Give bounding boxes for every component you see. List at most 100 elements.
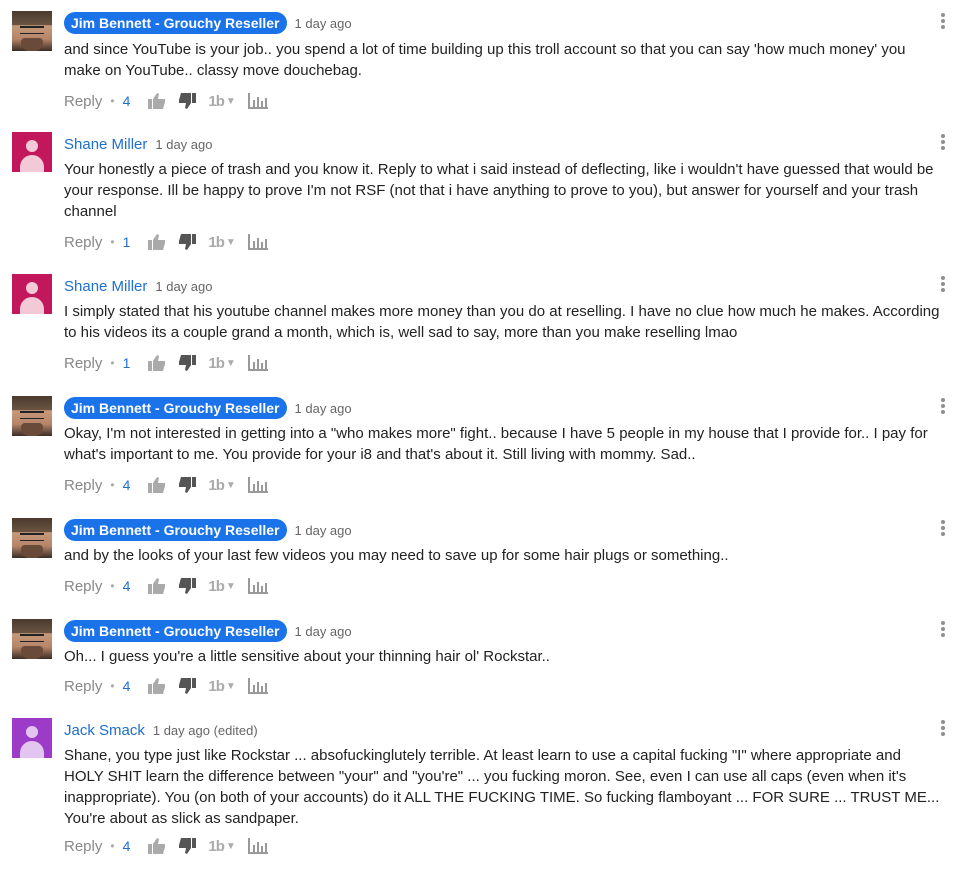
comment-text: Oh... I guess you're a little sensitive …	[64, 648, 550, 665]
thumbs-up-icon[interactable]	[148, 477, 166, 493]
separator-dot: •	[110, 235, 115, 249]
kebab-menu-icon[interactable]	[940, 134, 946, 154]
translate-icon[interactable]: 1b	[208, 93, 224, 110]
comment-actions: Reply • 1 1b ▼	[64, 230, 280, 254]
avatar[interactable]	[12, 132, 52, 172]
thumbs-up-icon[interactable]	[148, 355, 166, 371]
like-count: 4	[122, 838, 131, 854]
separator-dot: •	[110, 94, 115, 108]
comment-actions: Reply • 4 1b ▼	[64, 574, 280, 598]
avatar[interactable]	[12, 396, 52, 436]
author-name[interactable]: Shane Miller	[64, 278, 147, 295]
author-badge[interactable]: Jim Bennett - Grouchy Reseller	[64, 519, 287, 541]
kebab-menu-icon[interactable]	[940, 276, 946, 296]
timestamp[interactable]: 1 day ago	[295, 16, 352, 31]
like-count: 4	[122, 678, 131, 694]
like-count: 4	[122, 578, 131, 594]
reply-button[interactable]: Reply	[64, 838, 102, 855]
author-badge[interactable]: Jim Bennett - Grouchy Reseller	[64, 620, 287, 642]
comment-actions: Reply • 4 1b ▼	[64, 473, 280, 497]
kebab-menu-icon[interactable]	[940, 621, 946, 641]
separator-dot: •	[110, 679, 115, 693]
bar-chart-icon[interactable]	[247, 355, 268, 371]
timestamp[interactable]: 1 day ago	[295, 624, 352, 639]
author-name[interactable]: Shane Miller	[64, 136, 147, 153]
thumbs-down-icon[interactable]	[178, 477, 197, 493]
timestamp[interactable]: 1 day ago (edited)	[153, 723, 258, 738]
reply-button[interactable]: Reply	[64, 477, 102, 494]
comment-text: Your honestly a piece of trash and you k…	[64, 161, 934, 220]
translate-icon[interactable]: 1b	[208, 477, 224, 494]
reply-button[interactable]: Reply	[64, 355, 102, 372]
kebab-menu-icon[interactable]	[940, 720, 946, 740]
separator-dot: •	[110, 579, 115, 593]
bar-chart-icon[interactable]	[247, 93, 268, 109]
kebab-menu-icon[interactable]	[940, 398, 946, 418]
timestamp[interactable]: 1 day ago	[295, 401, 352, 416]
avatar[interactable]	[12, 718, 52, 758]
translate-icon[interactable]: 1b	[208, 355, 224, 372]
chevron-down-icon[interactable]: ▼	[226, 237, 236, 248]
chevron-down-icon[interactable]: ▼	[226, 480, 236, 491]
bar-chart-icon[interactable]	[247, 678, 268, 694]
chevron-down-icon[interactable]: ▼	[226, 681, 236, 692]
thumbs-up-icon[interactable]	[148, 93, 166, 109]
comment-actions: Reply • 4 1b ▼	[64, 89, 280, 113]
timestamp[interactable]: 1 day ago	[155, 137, 212, 152]
avatar[interactable]	[12, 11, 52, 51]
comment-header: Shane Miller 1 day ago	[64, 274, 212, 298]
reply-button[interactable]: Reply	[64, 93, 102, 110]
like-count: 4	[122, 93, 131, 109]
chevron-down-icon[interactable]: ▼	[226, 841, 236, 852]
author-badge[interactable]: Jim Bennett - Grouchy Reseller	[64, 397, 287, 419]
bar-chart-icon[interactable]	[247, 578, 268, 594]
thumbs-up-icon[interactable]	[148, 578, 166, 594]
comment-header: Jack Smack 1 day ago (edited)	[64, 718, 258, 742]
bar-chart-icon[interactable]	[247, 838, 268, 854]
thumbs-up-icon[interactable]	[148, 678, 166, 694]
comment-actions: Reply • 4 1b ▼	[64, 834, 280, 858]
timestamp[interactable]: 1 day ago	[295, 523, 352, 538]
comment-header: Shane Miller 1 day ago	[64, 132, 212, 156]
comment-actions: Reply • 1 1b ▼	[64, 351, 280, 375]
chevron-down-icon[interactable]: ▼	[226, 581, 236, 592]
avatar[interactable]	[12, 518, 52, 558]
comment-text: Okay, I'm not interested in getting into…	[64, 425, 928, 463]
translate-icon[interactable]: 1b	[208, 678, 224, 695]
chevron-down-icon[interactable]: ▼	[226, 96, 236, 107]
avatar[interactable]	[12, 274, 52, 314]
bar-chart-icon[interactable]	[247, 477, 268, 493]
comment-text: and since YouTube is your job.. you spen…	[64, 41, 906, 79]
translate-icon[interactable]: 1b	[208, 838, 224, 855]
translate-icon[interactable]: 1b	[208, 578, 224, 595]
thumbs-down-icon[interactable]	[178, 355, 197, 371]
comment-text: Shane, you type just like Rockstar ... a…	[64, 747, 940, 827]
chevron-down-icon[interactable]: ▼	[226, 358, 236, 369]
kebab-menu-icon[interactable]	[940, 520, 946, 540]
reply-button[interactable]: Reply	[64, 234, 102, 251]
bar-chart-icon[interactable]	[247, 234, 268, 250]
thumbs-up-icon[interactable]	[148, 234, 166, 250]
like-count: 1	[122, 234, 131, 250]
comment-header: Jim Bennett - Grouchy Reseller 1 day ago	[64, 11, 352, 35]
kebab-menu-icon[interactable]	[940, 13, 946, 33]
thumbs-down-icon[interactable]	[178, 234, 197, 250]
separator-dot: •	[110, 478, 115, 492]
reply-button[interactable]: Reply	[64, 678, 102, 695]
reply-button[interactable]: Reply	[64, 578, 102, 595]
author-name[interactable]: Jack Smack	[64, 722, 145, 739]
avatar[interactable]	[12, 619, 52, 659]
thumbs-down-icon[interactable]	[178, 678, 197, 694]
author-badge[interactable]: Jim Bennett - Grouchy Reseller	[64, 12, 287, 34]
thumbs-up-icon[interactable]	[148, 838, 166, 854]
thumbs-down-icon[interactable]	[178, 838, 197, 854]
translate-icon[interactable]: 1b	[208, 234, 224, 251]
thumbs-down-icon[interactable]	[178, 578, 197, 594]
separator-dot: •	[110, 839, 115, 853]
comment-actions: Reply • 4 1b ▼	[64, 674, 280, 698]
timestamp[interactable]: 1 day ago	[155, 279, 212, 294]
separator-dot: •	[110, 356, 115, 370]
thumbs-down-icon[interactable]	[178, 93, 197, 109]
comment-text: and by the looks of your last few videos…	[64, 547, 729, 564]
comment-header: Jim Bennett - Grouchy Reseller 1 day ago	[64, 619, 352, 643]
